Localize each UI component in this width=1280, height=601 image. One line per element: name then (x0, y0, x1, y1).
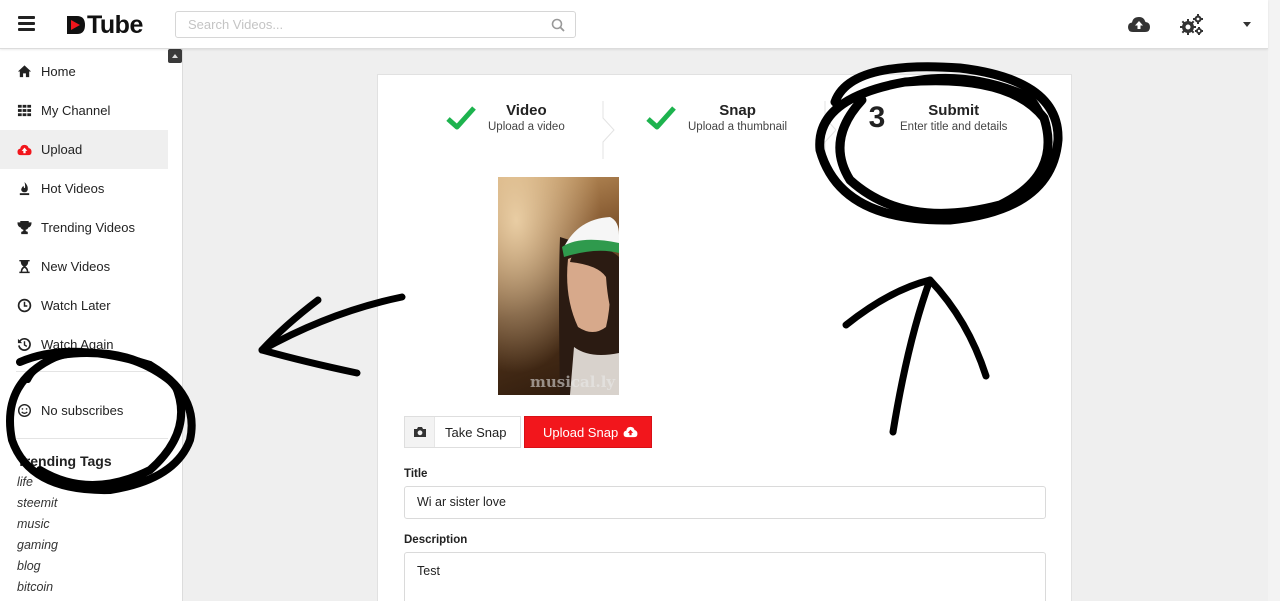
tag-link[interactable]: bitcoin (17, 580, 53, 594)
sidebar-item-label: New Videos (41, 259, 111, 274)
tag-link[interactable]: blog (17, 559, 41, 573)
tag-link[interactable]: steemit (17, 496, 57, 510)
description-label: Description (404, 534, 468, 546)
checkmark-icon (446, 106, 476, 130)
trending-tags-title: Trending Tags (17, 453, 112, 469)
step-number: 3 (868, 101, 886, 134)
collapse-sidebar-button[interactable] (168, 49, 182, 63)
grid-icon (16, 102, 33, 119)
sidebar-item-label: Home (41, 64, 76, 79)
upload-snap-button[interactable]: Upload Snap (524, 416, 652, 448)
top-bar: Tube (0, 0, 1268, 49)
tag-link[interactable]: gaming (17, 538, 58, 552)
sidebar-item-home[interactable]: Home (0, 52, 168, 91)
sidebar-item-subscribes[interactable]: No subscribes (0, 391, 168, 430)
step-separator (824, 101, 837, 159)
description-value: Test (417, 564, 440, 578)
sidebar-item-new-videos[interactable]: New Videos (0, 247, 168, 286)
sidebar-item-upload[interactable]: Upload (0, 130, 168, 169)
sidebar: Home My Channel Upload Hot Videos Trendi… (0, 49, 183, 601)
take-snap-label: Take Snap (445, 424, 507, 440)
tag-link[interactable]: life (17, 475, 33, 489)
sidebar-item-trending-videos[interactable]: Trending Videos (0, 208, 168, 247)
checkmark-icon (646, 106, 676, 130)
sidebar-item-my-channel[interactable]: My Channel (0, 91, 168, 130)
thumbnail-preview: musical.ly (498, 177, 619, 395)
step-title: Snap (719, 101, 756, 119)
sidebar-item-label: No subscribes (41, 403, 124, 418)
thumbnail-photo (498, 177, 619, 395)
cloud-upload-icon (16, 141, 33, 158)
clock-icon (16, 297, 33, 314)
take-snap-button[interactable]: Take Snap (404, 416, 521, 448)
history-icon (16, 336, 33, 353)
logo-text: Tube (87, 10, 143, 39)
search-input[interactable] (176, 12, 536, 37)
trophy-icon (16, 219, 33, 236)
scrollbar[interactable] (1268, 0, 1280, 601)
cloud-upload-icon (623, 426, 638, 438)
sidebar-divider (16, 438, 168, 439)
step-subtitle: Enter title and details (900, 120, 1008, 133)
step-subtitle: Upload a thumbnail (688, 120, 788, 133)
sidebar-item-hot-videos[interactable]: Hot Videos (0, 169, 168, 208)
menu-icon[interactable] (18, 16, 35, 31)
tag-link[interactable]: music (17, 517, 50, 531)
camera-icon (405, 417, 435, 447)
step-snap: Snap Upload a thumbnail (646, 75, 787, 161)
search-bar (175, 11, 576, 38)
description-textarea[interactable]: Test (404, 552, 1046, 601)
logo[interactable]: Tube (66, 10, 143, 39)
home-icon (16, 63, 33, 80)
title-value: Wi ar sister love (417, 495, 506, 509)
upload-snap-label: Upload Snap (543, 424, 619, 440)
sidebar-item-label: My Channel (41, 103, 111, 118)
step-separator (602, 101, 615, 159)
app-window: Tube Search Videos... Home My Channel Up… (0, 0, 1280, 601)
sidebar-item-watch-later[interactable]: Watch Later (0, 286, 168, 325)
title-label: Title (404, 468, 428, 480)
hourglass-icon (16, 258, 33, 275)
sidebar-item-label: Watch Again (41, 337, 114, 352)
sidebar-item-label: Hot Videos (41, 181, 105, 196)
fire-icon (16, 180, 33, 197)
step-title: Submit (928, 101, 980, 119)
step-video: Video Upload a video (446, 75, 565, 161)
step-title: Video (506, 101, 547, 119)
chevron-down-icon[interactable] (1243, 22, 1251, 27)
sidebar-item-label: Upload (41, 142, 83, 157)
play-logo-icon (67, 16, 85, 34)
cloud-upload-icon[interactable] (1127, 14, 1151, 34)
upload-card: Video Upload a video Snap Upload a thumb… (377, 74, 1072, 601)
sidebar-item-watch-again[interactable]: Watch Again (0, 325, 168, 364)
watermark-text: musical.ly (530, 373, 616, 391)
step-subtitle: Upload a video (488, 120, 565, 133)
search-icon[interactable] (551, 18, 565, 32)
smile-icon (16, 402, 33, 419)
settings-gears-icon[interactable] (1179, 13, 1204, 37)
sidebar-item-label: Watch Later (41, 298, 111, 313)
sidebar-divider (16, 371, 168, 372)
title-input[interactable]: Wi ar sister love (404, 486, 1046, 519)
sidebar-item-label: Trending Videos (41, 220, 135, 235)
step-submit: 3 Submit Enter title and details (866, 75, 1008, 161)
